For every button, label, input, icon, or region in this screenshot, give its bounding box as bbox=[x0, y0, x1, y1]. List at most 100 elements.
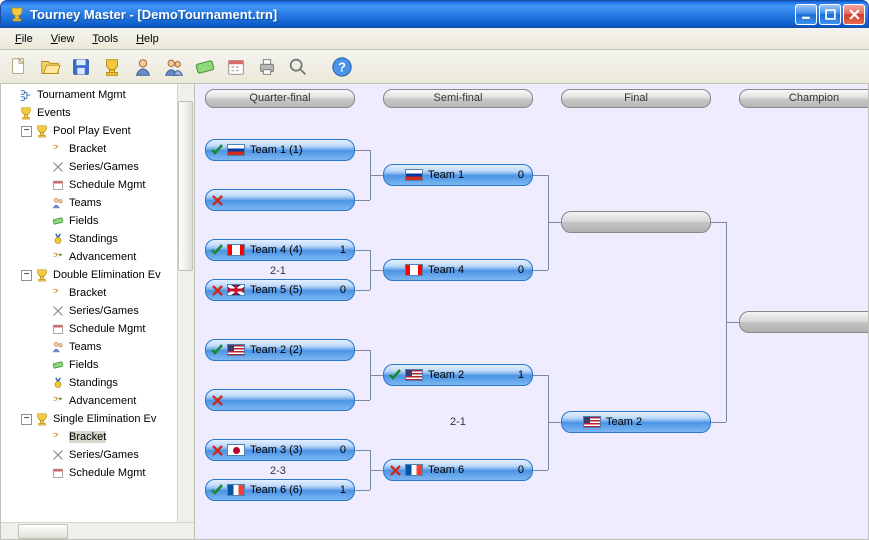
tree-double-bracket[interactable]: Bracket bbox=[3, 284, 194, 302]
connector bbox=[711, 222, 726, 223]
minimize-button[interactable] bbox=[795, 4, 817, 25]
menu-tools[interactable]: Tools bbox=[83, 30, 127, 48]
user-button[interactable] bbox=[129, 53, 157, 81]
flag-ru-icon bbox=[405, 169, 423, 181]
cross-icon bbox=[388, 463, 402, 477]
connector bbox=[355, 450, 370, 451]
tree-single-series[interactable]: Series/Games bbox=[3, 446, 194, 464]
round-header-qf: Quarter-final bbox=[205, 89, 355, 108]
ticket-icon bbox=[50, 213, 66, 229]
qf2-top[interactable]: Team 4 (4)1 bbox=[205, 239, 355, 261]
qf4-bottom[interactable]: Team 6 (6)1 bbox=[205, 479, 355, 501]
maximize-button[interactable] bbox=[819, 4, 841, 25]
vertical-scrollbar[interactable] bbox=[177, 84, 194, 522]
calendar-button[interactable] bbox=[222, 53, 250, 81]
search-button[interactable] bbox=[284, 53, 312, 81]
nav-tree[interactable]: Tournament Mgmt Events −Pool Play Event … bbox=[1, 84, 194, 522]
tree-single-schedule[interactable]: Schedule Mgmt bbox=[3, 464, 194, 482]
trophy-icon bbox=[34, 123, 50, 139]
print-button[interactable] bbox=[253, 53, 281, 81]
final-bottom[interactable]: Team 2 bbox=[561, 411, 711, 433]
tree-double-event[interactable]: −Double Elimination Ev bbox=[3, 266, 194, 284]
sf2-top[interactable]: Team 21 bbox=[383, 364, 533, 386]
qf3-bottom[interactable] bbox=[205, 389, 355, 411]
close-button[interactable] bbox=[843, 4, 865, 25]
tree-pool-teams[interactable]: Teams bbox=[3, 194, 194, 212]
round-header-final: Final bbox=[561, 89, 711, 108]
users-button[interactable] bbox=[160, 53, 188, 81]
connector bbox=[355, 200, 370, 201]
ticket-button[interactable] bbox=[191, 53, 219, 81]
help-button[interactable]: ? bbox=[328, 53, 356, 81]
series-icon bbox=[50, 447, 66, 463]
tree-double-standings[interactable]: Standings bbox=[3, 374, 194, 392]
connector bbox=[355, 290, 370, 291]
round-header-sf: Semi-final bbox=[383, 89, 533, 108]
bracket-icon bbox=[50, 141, 66, 157]
tree-root[interactable]: Tournament Mgmt bbox=[3, 86, 194, 104]
connector bbox=[355, 490, 370, 491]
advance-icon bbox=[50, 249, 66, 265]
advance-icon bbox=[50, 393, 66, 409]
open-button[interactable] bbox=[36, 53, 64, 81]
connector bbox=[370, 375, 383, 376]
tree-pool-schedule[interactable]: Schedule Mgmt bbox=[3, 176, 194, 194]
menu-view[interactable]: View bbox=[42, 30, 84, 48]
tree-single-bracket[interactable]: Bracket bbox=[3, 428, 194, 446]
tree-double-teams[interactable]: Teams bbox=[3, 338, 194, 356]
qf1-top[interactable]: Team 1 (1) bbox=[205, 139, 355, 161]
calendar-icon bbox=[50, 465, 66, 481]
connector bbox=[355, 150, 370, 151]
tree-double-advancement[interactable]: Advancement bbox=[3, 392, 194, 410]
connector bbox=[355, 250, 370, 251]
tree-pool-series[interactable]: Series/Games bbox=[3, 158, 194, 176]
connector bbox=[726, 322, 739, 323]
sidebar: Tournament Mgmt Events −Pool Play Event … bbox=[1, 84, 195, 539]
qf2-series-score: 2-1 bbox=[270, 265, 286, 277]
qf3-top[interactable]: Team 2 (2) bbox=[205, 339, 355, 361]
tree-events[interactable]: Events bbox=[3, 104, 194, 122]
users-icon bbox=[50, 339, 66, 355]
flag-us-icon bbox=[583, 416, 601, 428]
tree-pool-advancement[interactable]: Advancement bbox=[3, 248, 194, 266]
horizontal-scrollbar[interactable] bbox=[1, 522, 194, 539]
connector bbox=[711, 422, 726, 423]
cross-icon bbox=[210, 443, 224, 457]
tree-double-fields[interactable]: Fields bbox=[3, 356, 194, 374]
cross-icon bbox=[210, 283, 224, 297]
tree-double-series[interactable]: Series/Games bbox=[3, 302, 194, 320]
bracket-canvas: Quarter-final Semi-final Final Champion … bbox=[195, 84, 868, 539]
final-top[interactable] bbox=[561, 211, 711, 233]
bracket-icon bbox=[50, 285, 66, 301]
main: Tournament Mgmt Events −Pool Play Event … bbox=[0, 84, 869, 540]
series-icon bbox=[50, 303, 66, 319]
flag-us-icon bbox=[405, 369, 423, 381]
tree-single-event[interactable]: −Single Elimination Ev bbox=[3, 410, 194, 428]
save-button[interactable] bbox=[67, 53, 95, 81]
sf1-top[interactable]: Team 10 bbox=[383, 164, 533, 186]
users-icon bbox=[50, 195, 66, 211]
tree-double-schedule[interactable]: Schedule Mgmt bbox=[3, 320, 194, 338]
menu-file[interactable]: File bbox=[6, 30, 42, 48]
qf2-bottom[interactable]: Team 5 (5)0 bbox=[205, 279, 355, 301]
tree-pool-fields[interactable]: Fields bbox=[3, 212, 194, 230]
window-title: Tourney Master - [DemoTournament.trn] bbox=[30, 7, 795, 22]
titlebar: Tourney Master - [DemoTournament.trn] bbox=[0, 0, 869, 28]
tree-pool-bracket[interactable]: Bracket bbox=[3, 140, 194, 158]
flag-ru-icon bbox=[227, 144, 245, 156]
menu-help[interactable]: Help bbox=[127, 30, 168, 48]
connector bbox=[548, 422, 561, 423]
connector bbox=[533, 470, 548, 471]
sf2-bottom[interactable]: Team 60 bbox=[383, 459, 533, 481]
champion-slot[interactable] bbox=[739, 311, 868, 333]
tree-pool-standings[interactable]: Standings bbox=[3, 230, 194, 248]
qf4-top[interactable]: Team 3 (3)0 bbox=[205, 439, 355, 461]
sf1-bottom[interactable]: Team 40 bbox=[383, 259, 533, 281]
new-button[interactable] bbox=[5, 53, 33, 81]
ticket-icon bbox=[50, 357, 66, 373]
qf1-bottom[interactable] bbox=[205, 189, 355, 211]
medal-icon bbox=[50, 231, 66, 247]
trophy-button[interactable] bbox=[98, 53, 126, 81]
connector bbox=[548, 222, 561, 223]
tree-pool-event[interactable]: −Pool Play Event bbox=[3, 122, 194, 140]
